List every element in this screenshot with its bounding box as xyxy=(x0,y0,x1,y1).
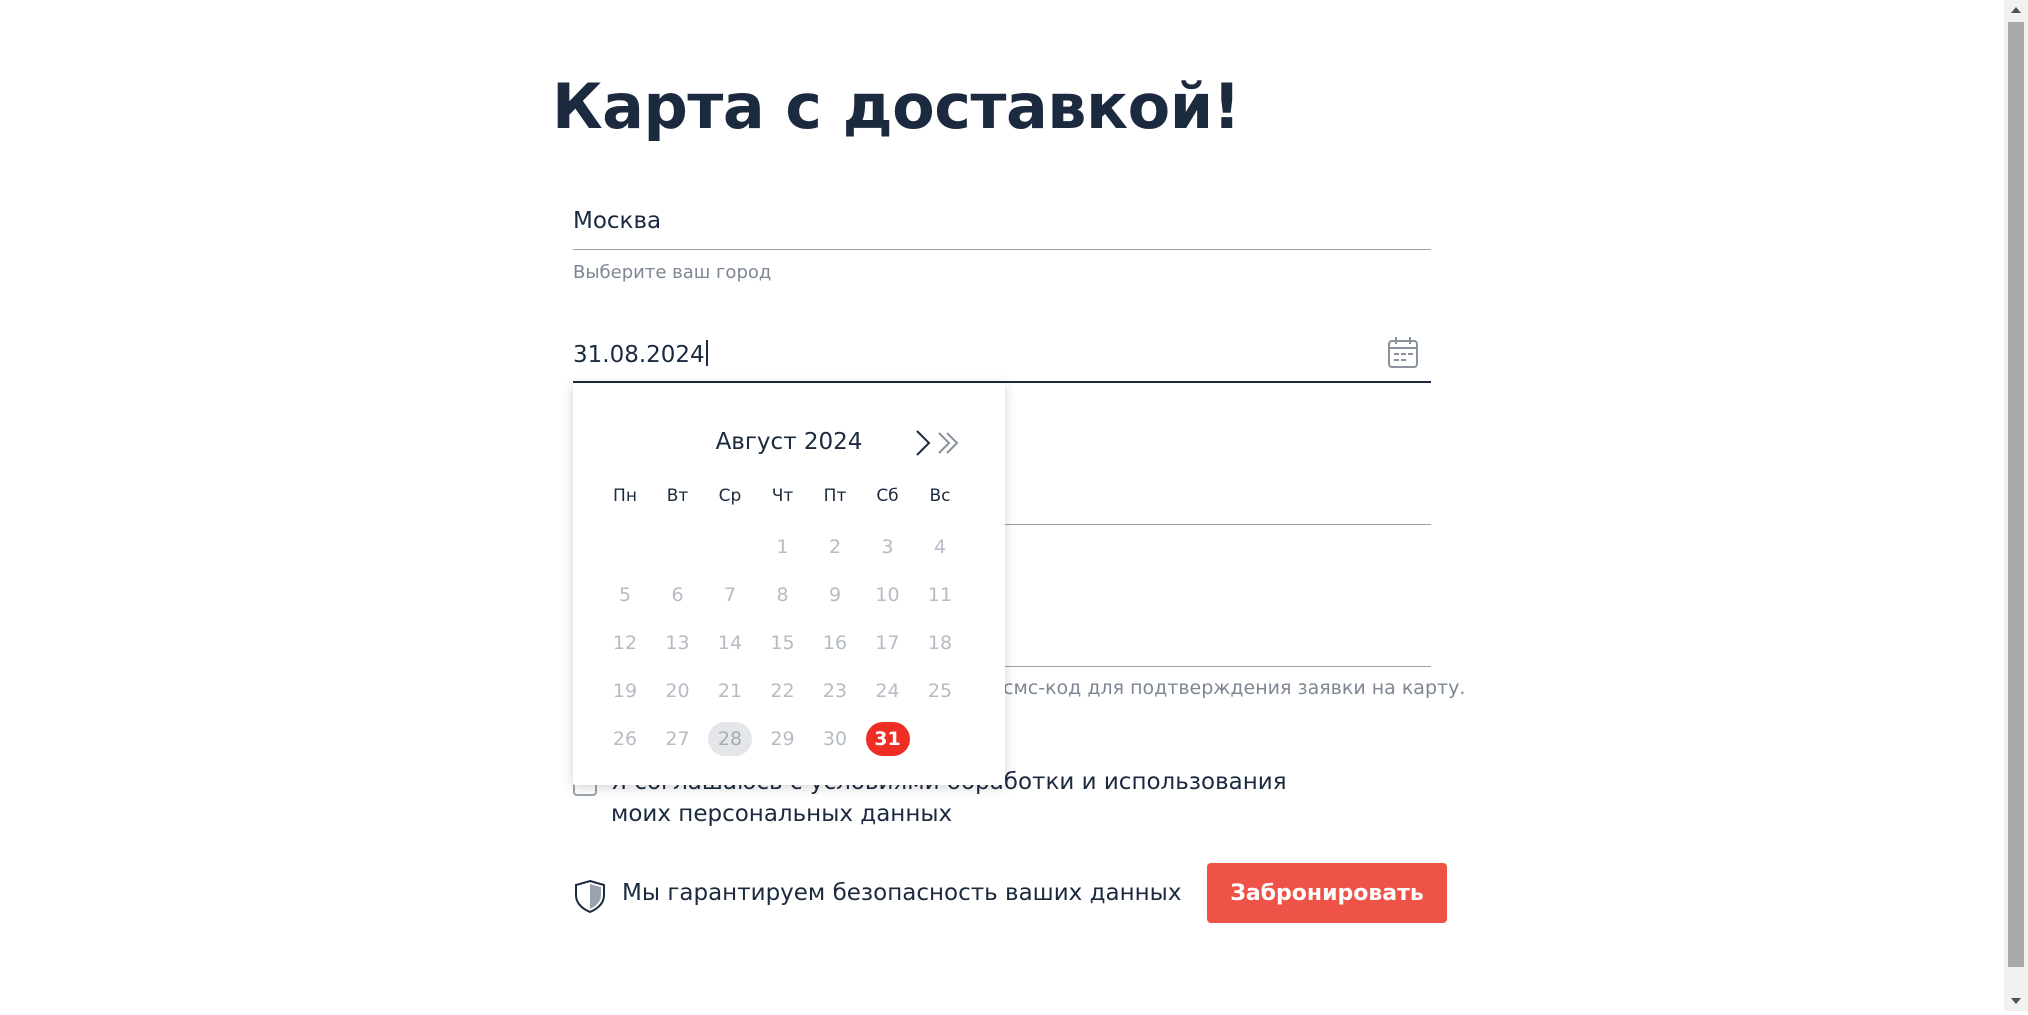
calendar-day[interactable]: 27 xyxy=(656,722,700,756)
calendar-day[interactable]: 8 xyxy=(761,578,805,612)
calendar-day[interactable]: 23 xyxy=(813,674,857,708)
week-row: 1234 xyxy=(603,530,974,566)
calendar-day[interactable]: 20 xyxy=(656,674,700,708)
phone-hint: смс-код для подтверждения заявки на карт… xyxy=(1003,677,1466,699)
calendar-day[interactable]: 26 xyxy=(603,722,647,756)
calendar-day[interactable]: 1 xyxy=(761,530,805,564)
datepicker-header: Август 2024 xyxy=(573,423,1005,463)
weekday-label: Пт xyxy=(823,486,847,506)
weekday-label: Вс xyxy=(929,486,951,506)
date-field[interactable]: 31.08.2024 xyxy=(573,330,1431,390)
calendar-day[interactable]: 9 xyxy=(813,578,857,612)
scrollbar-thumb[interactable] xyxy=(2008,22,2024,967)
city-hint: Выберите ваш город xyxy=(573,262,772,283)
page-title: Карта с доставкой! xyxy=(552,70,1241,143)
calendar-day[interactable]: 10 xyxy=(866,578,910,612)
city-input-underline xyxy=(573,249,1431,250)
selected-day[interactable]: 31 xyxy=(865,722,910,756)
calendar-day[interactable]: 14 xyxy=(708,626,752,660)
calendar-day[interactable]: 21 xyxy=(708,674,752,708)
calendar-day[interactable]: 30 xyxy=(813,722,857,756)
weekday-label: Сб xyxy=(876,486,899,506)
scroll-down-arrow-icon[interactable] xyxy=(2004,991,2028,1011)
calendar-day[interactable]: 7 xyxy=(708,578,752,612)
calendar-day[interactable]: 3 xyxy=(866,530,910,564)
weekday-label: Чт xyxy=(771,486,794,506)
page: Карта с доставкой! Москва Выберите ваш г… xyxy=(0,0,2028,1011)
text-caret xyxy=(705,340,708,366)
calendar-day[interactable]: 11 xyxy=(918,578,962,612)
calendar-day[interactable]: 4 xyxy=(918,530,962,564)
week-row: 12 13 14 15 16 17 18 xyxy=(603,626,974,662)
today-day[interactable]: 28 xyxy=(708,722,752,756)
shield-icon xyxy=(573,879,607,914)
calendar-day[interactable]: 16 xyxy=(813,626,857,660)
weekday-label: Ср xyxy=(718,486,742,506)
book-button[interactable]: Забронировать xyxy=(1207,863,1447,923)
calendar-day[interactable]: 2 xyxy=(813,530,857,564)
scroll-up-arrow-icon[interactable] xyxy=(2004,0,2028,20)
calendar-day[interactable]: 29 xyxy=(761,722,805,756)
date-input-value: 31.08.2024 xyxy=(573,342,705,368)
datepicker-popup: Август 2024 Пн Вт Ср Чт Пт Сб Вс 1 2 3 4 5 6 7 8 9 10 11 1… xyxy=(573,383,1005,785)
calendar-day[interactable]: 18 xyxy=(918,626,962,660)
calendar-day[interactable]: 5 xyxy=(603,578,647,612)
calendar-day[interactable]: 17 xyxy=(866,626,910,660)
calendar-day[interactable]: 15 xyxy=(761,626,805,660)
week-row: 26 27 28 29 30 31 xyxy=(603,722,974,758)
weekday-label: Пн xyxy=(613,486,637,506)
calendar-day[interactable]: 22 xyxy=(761,674,805,708)
city-input[interactable]: Москва xyxy=(573,208,661,234)
calendar-day[interactable]: 19 xyxy=(603,674,647,708)
week-row: 5 6 7 8 9 10 11 xyxy=(603,578,974,614)
calendar-day[interactable]: 12 xyxy=(603,626,647,660)
next-year-icon[interactable] xyxy=(933,423,967,463)
security-text: Мы гарантируем безопасность ваших данных xyxy=(622,880,1182,906)
date-input[interactable]: 31.08.2024 xyxy=(573,340,708,368)
weekday-header-row: Пн Вт Ср Чт Пт Сб Вс xyxy=(603,479,974,515)
weekday-label: Вт xyxy=(666,486,689,506)
calendar-icon[interactable] xyxy=(1387,336,1419,370)
week-row: 19 20 21 22 23 24 25 xyxy=(603,674,974,710)
calendar-day[interactable]: 24 xyxy=(866,674,910,708)
calendar-day[interactable]: 13 xyxy=(656,626,700,660)
calendar-day[interactable]: 25 xyxy=(918,674,962,708)
calendar-day[interactable]: 6 xyxy=(656,578,700,612)
scrollbar[interactable] xyxy=(2004,0,2028,1011)
